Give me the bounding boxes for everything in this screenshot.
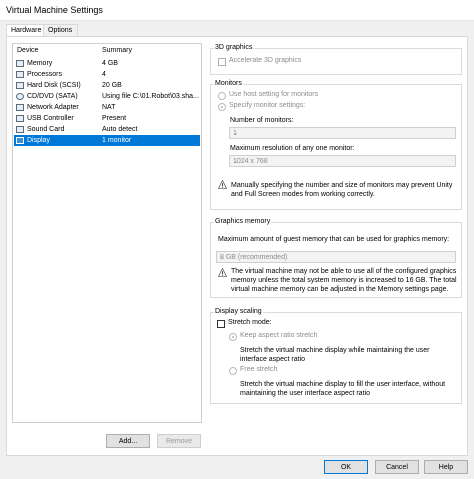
- group-3d-graphics-title: 3D graphics: [214, 44, 254, 51]
- device-row-cd-dvd[interactable]: CD/DVD (SATA) Using file C:\01.Robot\03.…: [14, 91, 200, 102]
- keep-aspect-radio[interactable]: [229, 333, 237, 341]
- device-name: Display: [27, 137, 50, 144]
- device-name: USB Controller: [27, 115, 74, 122]
- graphics-memory-label: Maximum amount of guest memory that can …: [218, 236, 450, 243]
- network-adapter-icon: [16, 104, 24, 111]
- device-row-processors[interactable]: Processors 4: [14, 69, 200, 80]
- free-stretch-radio[interactable]: [229, 367, 237, 375]
- column-summary: Summary: [102, 47, 132, 54]
- use-host-label: Use host setting for monitors: [229, 91, 319, 98]
- device-row-usb-controller[interactable]: USB Controller Present: [14, 113, 200, 124]
- max-resolution-label: Maximum resolution of any one monitor:: [230, 145, 355, 152]
- chevron-down-icon: ⌄: [233, 131, 239, 137]
- processor-icon: [16, 71, 24, 78]
- device-row-display[interactable]: Display 1 monitor: [14, 135, 200, 146]
- monitors-warning-text: Manually specifying the number and size …: [231, 182, 453, 198]
- specify-settings-label: Specify monitor settings:: [229, 102, 306, 109]
- chevron-down-icon: ⌄: [233, 159, 239, 165]
- stretch-mode-label: Stretch mode:: [228, 319, 272, 326]
- chevron-down-icon: ⌄: [220, 255, 226, 261]
- use-host-radio[interactable]: [218, 92, 226, 100]
- accelerate-3d-label: Accelerate 3D graphics: [229, 57, 302, 64]
- device-summary: 4 GB: [102, 60, 118, 67]
- keep-aspect-description: Stretch the virtual machine display whil…: [240, 347, 430, 363]
- graphics-memory-warning-text: The virtual machine may not be able to u…: [231, 268, 457, 293]
- free-stretch-description: Stretch the virtual machine display to f…: [240, 381, 446, 397]
- num-monitors-label: Number of monitors:: [230, 117, 294, 124]
- memory-icon: [16, 60, 24, 67]
- display-icon: [16, 137, 24, 144]
- group-graphics-memory-title: Graphics memory: [214, 218, 272, 225]
- device-name: Processors: [27, 71, 63, 78]
- usb-icon: [16, 115, 24, 122]
- device-row-network-adapter[interactable]: Network Adapter NAT: [14, 102, 200, 113]
- ok-button[interactable]: OK: [324, 460, 368, 474]
- graphics-memory-select[interactable]: 8 GB (recommended) ⌄: [216, 251, 456, 263]
- column-device: Device: [17, 47, 39, 54]
- device-name: CD/DVD (SATA): [27, 93, 78, 100]
- device-summary: Using file C:\01.Robot\03.sha...: [102, 93, 199, 100]
- tab-options[interactable]: Options: [43, 24, 78, 36]
- title-bar: Virtual Machine Settings: [0, 0, 474, 21]
- free-stretch-label: Free stretch: [240, 366, 278, 373]
- cd-dvd-icon: [16, 93, 24, 100]
- add-button[interactable]: Add...: [106, 434, 150, 448]
- device-row-memory[interactable]: Memory 4 GB: [14, 58, 200, 69]
- num-monitors-select[interactable]: 1 ⌄: [229, 127, 456, 139]
- window-title: Virtual Machine Settings: [6, 5, 103, 15]
- keep-aspect-label: Keep aspect ratio stretch: [240, 332, 318, 339]
- device-name: Sound Card: [27, 126, 65, 133]
- specify-settings-radio[interactable]: [218, 103, 226, 111]
- device-list-header: Device Summary: [13, 44, 201, 56]
- device-name: Network Adapter: [27, 104, 79, 111]
- device-summary: Auto detect: [102, 126, 138, 133]
- accelerate-3d-checkbox[interactable]: [218, 58, 226, 66]
- device-row-hard-disk[interactable]: Hard Disk (SCSI) 20 GB: [14, 80, 200, 91]
- group-monitors-title: Monitors: [214, 80, 243, 87]
- hard-disk-icon: [16, 82, 24, 89]
- device-list[interactable]: Device Summary Memory 4 GB Processors 4 …: [12, 43, 202, 423]
- device-name: Memory: [27, 60, 53, 67]
- device-name: Hard Disk (SCSI): [27, 82, 81, 89]
- stretch-mode-checkbox[interactable]: [217, 320, 225, 328]
- device-row-sound-card[interactable]: Sound Card Auto detect: [14, 124, 200, 135]
- device-summary: 4: [102, 71, 106, 78]
- max-resolution-select[interactable]: 1024 x 768 ⌄: [229, 155, 456, 167]
- help-button[interactable]: Help: [424, 460, 468, 474]
- group-display-scaling-title: Display scaling: [214, 308, 263, 315]
- sound-card-icon: [16, 126, 24, 133]
- device-summary: 1 monitor: [102, 137, 132, 144]
- device-summary: 20 GB: [102, 82, 122, 89]
- warning-icon: [218, 180, 227, 189]
- device-summary: Present: [102, 115, 127, 122]
- remove-button[interactable]: Remove: [157, 434, 201, 448]
- cancel-button[interactable]: Cancel: [375, 460, 419, 474]
- warning-icon: [218, 268, 227, 277]
- device-summary: NAT: [102, 104, 116, 111]
